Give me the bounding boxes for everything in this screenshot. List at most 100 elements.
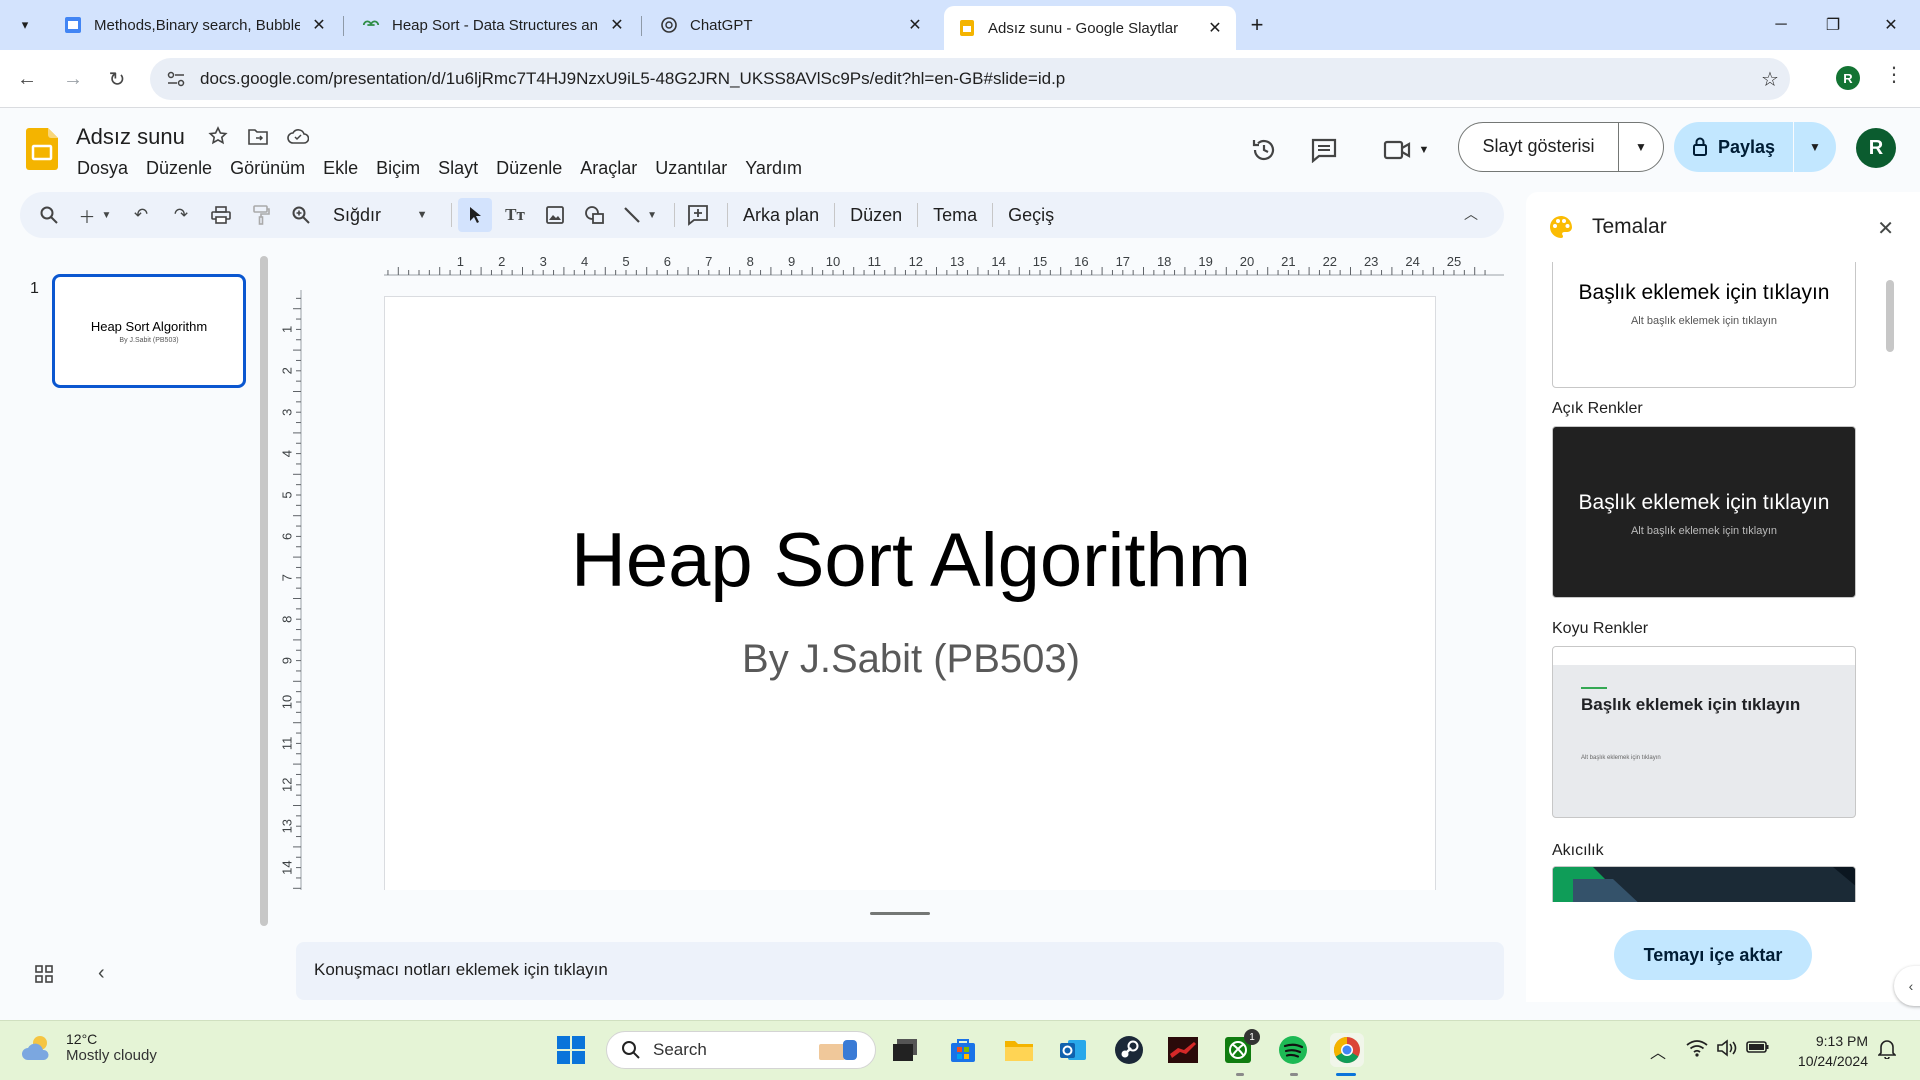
slide-title[interactable]: Heap Sort Algorithm xyxy=(385,517,1437,604)
browser-profile-avatar[interactable]: R xyxy=(1836,66,1860,90)
browser-tab-4-active[interactable]: Adsız sunu - Google Slaytlar ✕ xyxy=(944,6,1236,50)
line-icon[interactable]: ▼ xyxy=(618,198,662,232)
browser-tab-3[interactable]: ChatGPT ✕ xyxy=(646,6,936,44)
horizontal-ruler[interactable]: 1 2 3 4 5 6 7 8 9 10 11 12 13 14 15 16 17 18 19 20 21 22 23 24 2… xyxy=(384,250,1504,276)
tab-close-icon[interactable]: ✕ xyxy=(308,14,330,36)
tray-overflow-chevron-icon[interactable]: ︿ xyxy=(1650,1039,1666,1063)
browser-tab-2[interactable]: Heap Sort - Data Structures and ✕ xyxy=(348,6,638,44)
microsoft-store-icon[interactable] xyxy=(946,1033,980,1067)
insert-image-icon[interactable] xyxy=(538,198,572,232)
themes-scrollbar[interactable] xyxy=(1886,280,1894,352)
grid-view-icon[interactable] xyxy=(34,964,54,989)
spotify-icon[interactable] xyxy=(1276,1033,1310,1067)
slide-subtitle[interactable]: By J.Sabit (PB503) xyxy=(385,637,1437,682)
browser-menu-icon[interactable]: ⋮ xyxy=(1884,62,1904,87)
redo-icon[interactable]: ↷ xyxy=(164,198,198,232)
menu-duzenle-2[interactable]: Düzenle xyxy=(487,154,571,183)
version-history-icon[interactable] xyxy=(1246,132,1282,168)
battery-icon[interactable] xyxy=(1746,1039,1770,1060)
vertical-ruler[interactable]: 1234567891011121314 xyxy=(276,290,302,890)
star-icon[interactable] xyxy=(206,124,230,148)
comments-icon[interactable] xyxy=(1306,132,1342,168)
notes-resize-handle[interactable] xyxy=(870,912,930,915)
volume-icon[interactable] xyxy=(1716,1039,1738,1062)
tab-close-icon[interactable]: ✕ xyxy=(904,14,926,36)
slideshow-button[interactable]: Slayt gösterisi ▼ xyxy=(1458,122,1664,172)
menu-gorunum[interactable]: Görünüm xyxy=(221,154,314,183)
tab-search-chevron-icon[interactable]: ▾ xyxy=(12,12,38,38)
menu-bicim[interactable]: Biçim xyxy=(367,154,429,183)
theme-card-dark[interactable]: Başlık eklemek için tıklayın Alt başlık … xyxy=(1552,426,1856,598)
current-slide[interactable]: Heap Sort Algorithm By J.Sabit (PB503) xyxy=(384,296,1436,890)
reload-icon[interactable]: ↻ xyxy=(102,64,132,94)
share-main[interactable]: Paylaş xyxy=(1674,122,1794,172)
meet-video-icon[interactable]: ▼ xyxy=(1376,132,1436,168)
theme-card-partial[interactable] xyxy=(1552,866,1856,902)
document-title[interactable]: Adsız sunu xyxy=(76,124,185,150)
window-minimize-icon[interactable]: ─ xyxy=(1758,10,1804,40)
theme-card-light[interactable]: Başlık eklemek için tıklayın Alt başlık … xyxy=(1552,262,1856,388)
window-restore-icon[interactable]: ❐ xyxy=(1810,10,1856,40)
window-close-icon[interactable]: ✕ xyxy=(1868,10,1914,40)
slideshow-dropdown-icon[interactable]: ▼ xyxy=(1619,140,1663,154)
menu-duzenle[interactable]: Düzenle xyxy=(137,154,221,183)
system-clock[interactable]: 9:13 PM 10/24/2024 xyxy=(1786,1031,1868,1071)
tab-close-icon[interactable]: ✕ xyxy=(1204,17,1226,39)
new-slide-plus-icon[interactable]: ＋ ▼ xyxy=(72,198,118,232)
google-slides-logo-icon[interactable] xyxy=(26,128,58,170)
cloud-saved-icon[interactable] xyxy=(286,124,310,148)
print-icon[interactable] xyxy=(204,198,238,232)
account-avatar[interactable]: R xyxy=(1856,128,1896,168)
background-button[interactable]: Arka plan xyxy=(734,205,828,226)
forward-arrow-icon[interactable]: → xyxy=(58,64,88,94)
wifi-icon[interactable] xyxy=(1686,1039,1708,1062)
steam-icon[interactable] xyxy=(1112,1033,1146,1067)
theme-card-akicilik[interactable]: Başlık eklemek için tıklayın Alt başlık … xyxy=(1552,646,1856,818)
slideshow-label[interactable]: Slayt gösterisi xyxy=(1459,122,1619,172)
outlook-icon[interactable] xyxy=(1056,1033,1090,1067)
site-settings-icon[interactable] xyxy=(156,58,196,100)
share-button[interactable]: Paylaş ▼ xyxy=(1674,122,1836,172)
weather-widget[interactable]: 12°C Mostly cloudy xyxy=(20,1031,157,1064)
menu-araclar[interactable]: Araçlar xyxy=(571,154,646,183)
zoom-select[interactable]: Sığdır xyxy=(324,205,383,226)
menu-yardim[interactable]: Yardım xyxy=(736,154,811,183)
shape-icon[interactable] xyxy=(578,198,612,232)
select-cursor-icon[interactable] xyxy=(458,198,493,232)
omnibox[interactable]: docs.google.com/presentation/d/1u6ljRmc7… xyxy=(150,58,1790,100)
bookmark-star-icon[interactable]: ☆ xyxy=(1750,67,1790,92)
browser-tab-1[interactable]: Methods,Binary search, Bubble ✕ xyxy=(50,6,340,44)
windows-start-icon[interactable] xyxy=(554,1033,588,1067)
menu-ekle[interactable]: Ekle xyxy=(314,154,367,183)
tab-close-icon[interactable]: ✕ xyxy=(606,14,628,36)
collapse-toolbar-chevron-icon[interactable]: ︿ xyxy=(1464,204,1478,224)
new-tab-plus-icon[interactable]: + xyxy=(1244,12,1270,38)
menu-dosya[interactable]: Dosya xyxy=(68,154,137,183)
zoom-dropdown-icon[interactable]: ▼ xyxy=(405,198,439,232)
zoom-icon[interactable] xyxy=(284,198,318,232)
transition-button[interactable]: Geçiş xyxy=(999,205,1063,226)
filmstrip-scrollbar[interactable] xyxy=(260,256,268,926)
xbox-icon[interactable]: 1 xyxy=(1222,1029,1260,1067)
slide-thumbnail-1[interactable]: Heap Sort Algorithm By J.Sabit (PB503) xyxy=(52,274,246,388)
import-theme-button[interactable]: Temayı içe aktar xyxy=(1614,930,1812,980)
back-arrow-icon[interactable]: ← xyxy=(12,64,42,94)
collapse-filmstrip-chevron-icon[interactable]: ‹ xyxy=(98,962,105,985)
close-themes-icon[interactable]: ✕ xyxy=(1877,216,1894,241)
speaker-notes[interactable]: Konuşmacı notları eklemek için tıklayın xyxy=(296,942,1504,1000)
layout-button[interactable]: Düzen xyxy=(841,205,911,226)
search-menus-icon[interactable] xyxy=(32,198,66,232)
move-folder-icon[interactable] xyxy=(246,124,270,148)
add-comment-icon[interactable] xyxy=(681,198,715,232)
file-explorer-icon[interactable] xyxy=(1002,1033,1036,1067)
theme-button[interactable]: Tema xyxy=(924,205,986,226)
undo-icon[interactable]: ↶ xyxy=(124,198,158,232)
notification-bell-icon[interactable] xyxy=(1877,1039,1897,1064)
share-dropdown-icon[interactable]: ▼ xyxy=(1794,140,1836,154)
task-view-icon[interactable] xyxy=(888,1033,922,1067)
game-app-icon[interactable] xyxy=(1166,1033,1200,1067)
text-box-icon[interactable]: Tт xyxy=(498,198,532,232)
paint-format-icon[interactable] xyxy=(244,198,278,232)
taskbar-search[interactable]: Search xyxy=(606,1031,876,1069)
menu-slayt[interactable]: Slayt xyxy=(429,154,487,183)
